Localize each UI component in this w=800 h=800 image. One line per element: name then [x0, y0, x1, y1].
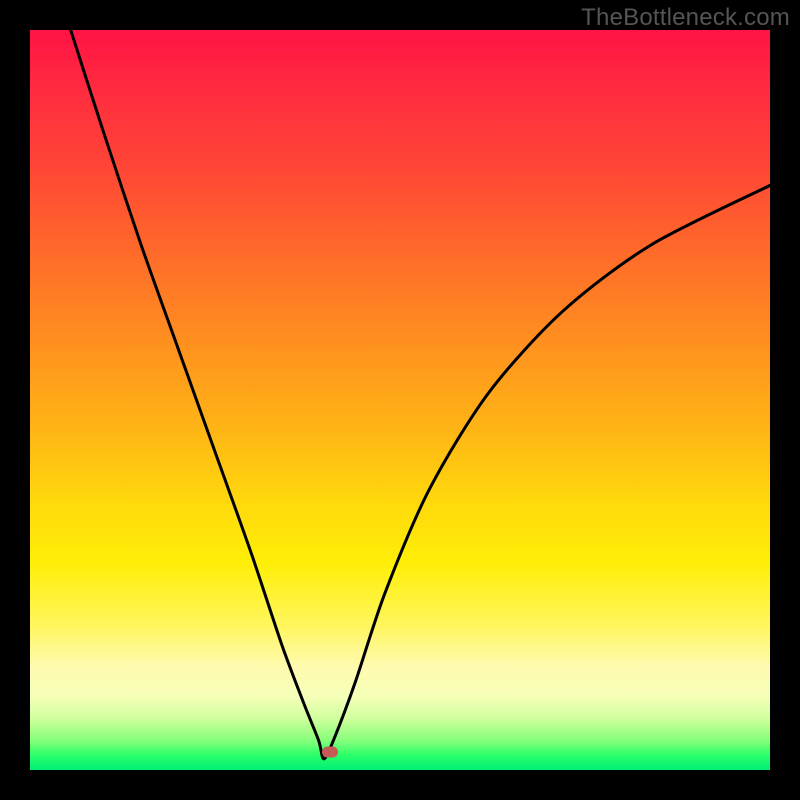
- bottleneck-curve: [30, 30, 770, 770]
- watermark-text: TheBottleneck.com: [581, 4, 790, 32]
- curve-path: [71, 30, 770, 759]
- chart-stage: TheBottleneck.com: [0, 0, 800, 800]
- bottleneck-marker: [322, 746, 338, 757]
- plot-area: [30, 30, 770, 770]
